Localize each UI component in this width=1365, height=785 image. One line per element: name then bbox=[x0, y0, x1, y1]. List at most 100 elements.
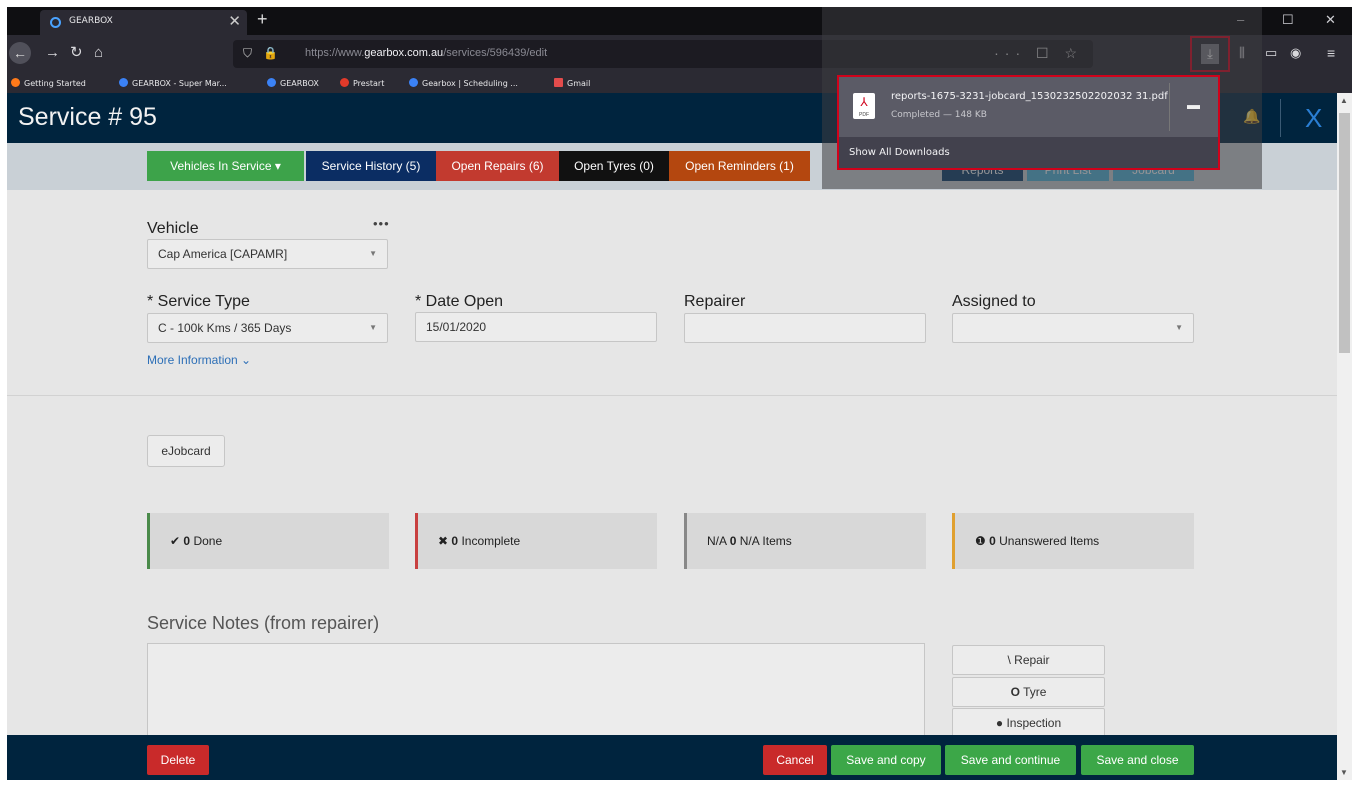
gearbox-favicon-icon bbox=[50, 17, 61, 28]
downloads-button[interactable]: ⤓ bbox=[1190, 36, 1230, 72]
vehicle-select[interactable]: Cap America [CAPAMR] ▼ bbox=[147, 239, 388, 269]
bookmark-scheduling[interactable]: Gearbox | Scheduling ... bbox=[409, 78, 518, 88]
more-information-link[interactable]: More Information ⌄ bbox=[147, 353, 251, 367]
tab-close-icon[interactable]: ✕ bbox=[228, 12, 241, 30]
menu-icon[interactable]: ≡ bbox=[1327, 44, 1335, 62]
downloads-panel: ⅄ PDF reports-1675-3231-jobcard_153023250… bbox=[837, 75, 1220, 170]
account-icon[interactable]: ◉ bbox=[1290, 44, 1301, 62]
open-repairs-button[interactable]: Open Repairs (6) bbox=[436, 151, 559, 181]
chevron-down-icon: ⌄ bbox=[241, 353, 252, 367]
show-all-downloads-link[interactable]: Show All Downloads bbox=[849, 147, 950, 158]
download-item-divider bbox=[1169, 83, 1170, 131]
stat-unanswered-count: 0 bbox=[989, 534, 996, 548]
tab-title: GEARBOX bbox=[69, 16, 113, 26]
cancel-button[interactable]: Cancel bbox=[763, 745, 827, 775]
chevron-down-icon: ▼ bbox=[1175, 323, 1183, 332]
browser-tab[interactable]: GEARBOX ✕ bbox=[40, 10, 247, 35]
tab-strip: GEARBOX ✕ + – ☐ ✕ bbox=[7, 7, 1352, 35]
stat-done: ✔ 0 Done bbox=[147, 513, 389, 569]
stat-done-count: 0 bbox=[183, 534, 191, 548]
assigned-to-select[interactable]: ▼ bbox=[952, 313, 1194, 343]
gmail-icon bbox=[554, 78, 563, 87]
shield-icon: ⛉ bbox=[243, 46, 253, 60]
firefox-icon bbox=[11, 78, 20, 87]
info-icon: ❶ bbox=[975, 534, 986, 548]
url-bar[interactable]: ⛉ 🔒 https://www.gearbox.com.au/services/… bbox=[233, 40, 1093, 68]
bookmark-getting-started[interactable]: Getting Started bbox=[11, 78, 86, 88]
repair-label: Repair bbox=[1014, 653, 1050, 667]
vehicle-options-icon[interactable]: ••• bbox=[373, 216, 390, 231]
stat-incomplete: ✖ 0 Incomplete bbox=[415, 513, 657, 569]
ejobcard-button[interactable]: eJobcard bbox=[147, 435, 225, 467]
save-and-close-button[interactable]: Save and close bbox=[1081, 745, 1194, 775]
more-information-label: More Information bbox=[147, 353, 238, 367]
repairer-input[interactable] bbox=[684, 313, 926, 343]
scheduling-icon bbox=[409, 78, 418, 87]
header-divider bbox=[1280, 99, 1281, 137]
stat-incomplete-label: Incomplete bbox=[461, 534, 521, 548]
service-history-button[interactable]: Service History (5) bbox=[306, 151, 436, 181]
forward-icon[interactable]: → bbox=[45, 44, 60, 62]
gearbox-icon bbox=[267, 78, 276, 87]
gearbox-icon bbox=[119, 78, 128, 87]
delete-button[interactable]: Delete bbox=[147, 745, 209, 775]
page-title: Service # 95 bbox=[18, 103, 157, 131]
open-tyres-button[interactable]: Open Tyres (0) bbox=[559, 151, 669, 181]
assigned-to-label: Assigned to bbox=[952, 293, 1036, 310]
pdf-file-icon: ⅄ PDF bbox=[853, 93, 875, 119]
add-inspection-button[interactable]: ● Inspection bbox=[952, 708, 1105, 738]
close-page-button[interactable]: X bbox=[1305, 103, 1322, 134]
bookmark-gearbox[interactable]: GEARBOX bbox=[267, 78, 319, 88]
page-footer: Delete Cancel Save and copy Save and con… bbox=[7, 735, 1337, 780]
scroll-down-icon[interactable]: ▼ bbox=[1340, 768, 1348, 777]
na-icon: N/A bbox=[707, 534, 727, 548]
page-scrollbar[interactable]: ▲ ▼ bbox=[1337, 93, 1352, 780]
reload-icon[interactable]: ↻ bbox=[70, 44, 83, 62]
stat-na-count: 0 bbox=[729, 534, 737, 548]
service-type-value: C - 100k Kms / 365 Days bbox=[158, 321, 292, 335]
web-page: Service # 95 🔔 X Vehicles In Service ▾ S… bbox=[7, 93, 1352, 780]
scroll-up-icon[interactable]: ▲ bbox=[1340, 96, 1348, 105]
url-text: https://www.gearbox.com.au/services/5964… bbox=[305, 47, 548, 59]
folder-icon[interactable]: ▬ bbox=[1187, 97, 1200, 112]
page-actions-icons[interactable]: ··· ☐ ☆ bbox=[994, 45, 1083, 62]
open-reminders-button[interactable]: Open Reminders (1) bbox=[669, 151, 810, 181]
navigation-toolbar: ← → ↻ ⌂ ⛉ 🔒 https://www.gearbox.com.au/s… bbox=[7, 35, 1352, 73]
download-item[interactable]: ⅄ PDF reports-1675-3231-jobcard_153023250… bbox=[839, 77, 1218, 137]
bookmark-prestart[interactable]: Prestart bbox=[340, 78, 384, 88]
service-notes-title: Service Notes (from repairer) bbox=[147, 613, 380, 633]
inspection-icon: ● bbox=[995, 716, 1004, 730]
stat-incomplete-count: 0 bbox=[451, 534, 459, 548]
download-status: Completed — 148 KB bbox=[891, 110, 987, 120]
save-and-copy-button[interactable]: Save and copy bbox=[831, 745, 941, 775]
back-icon[interactable]: ← bbox=[9, 42, 31, 64]
vehicles-in-service-button[interactable]: Vehicles In Service ▾ bbox=[147, 151, 304, 181]
chevron-down-icon: ▼ bbox=[369, 249, 377, 258]
date-open-label: * Date Open bbox=[415, 293, 504, 310]
bookmark-gmail[interactable]: Gmail bbox=[554, 78, 590, 88]
window-close-button[interactable]: ✕ bbox=[1325, 12, 1336, 28]
service-type-select[interactable]: C - 100k Kms / 365 Days ▼ bbox=[147, 313, 388, 343]
bell-icon[interactable]: 🔔 bbox=[1243, 108, 1260, 125]
new-tab-button[interactable]: + bbox=[257, 9, 268, 30]
add-repair-button[interactable]: \ Repair bbox=[952, 645, 1105, 675]
wrench-icon: \ bbox=[1007, 653, 1011, 667]
pdf-icon-label: PDF bbox=[859, 112, 869, 118]
date-open-input[interactable]: 15/01/2020 bbox=[415, 312, 657, 342]
save-and-continue-button[interactable]: Save and continue bbox=[945, 745, 1076, 775]
minimize-button[interactable]: – bbox=[1237, 12, 1244, 27]
prestart-icon bbox=[340, 78, 349, 87]
home-icon[interactable]: ⌂ bbox=[94, 44, 103, 62]
bookmark-gearbox-super[interactable]: GEARBOX - Super Mar... bbox=[119, 78, 227, 88]
stat-unanswered: ❶ 0 Unanswered Items bbox=[952, 513, 1194, 569]
service-notes-textarea[interactable] bbox=[147, 643, 925, 743]
inspection-label: Inspection bbox=[1006, 716, 1062, 730]
add-tyre-button[interactable]: O Tyre bbox=[952, 677, 1105, 707]
lock-icon[interactable]: 🔒 bbox=[263, 46, 278, 60]
stat-na: N/A 0 N/A Items bbox=[684, 513, 926, 569]
date-open-value: 15/01/2020 bbox=[426, 320, 487, 334]
library-icon[interactable]: ⫼ bbox=[1239, 44, 1245, 62]
sidebar-icon[interactable]: ▭ bbox=[1265, 44, 1277, 62]
maximize-button[interactable]: ☐ bbox=[1282, 12, 1294, 28]
scrollbar-thumb[interactable] bbox=[1339, 113, 1350, 353]
